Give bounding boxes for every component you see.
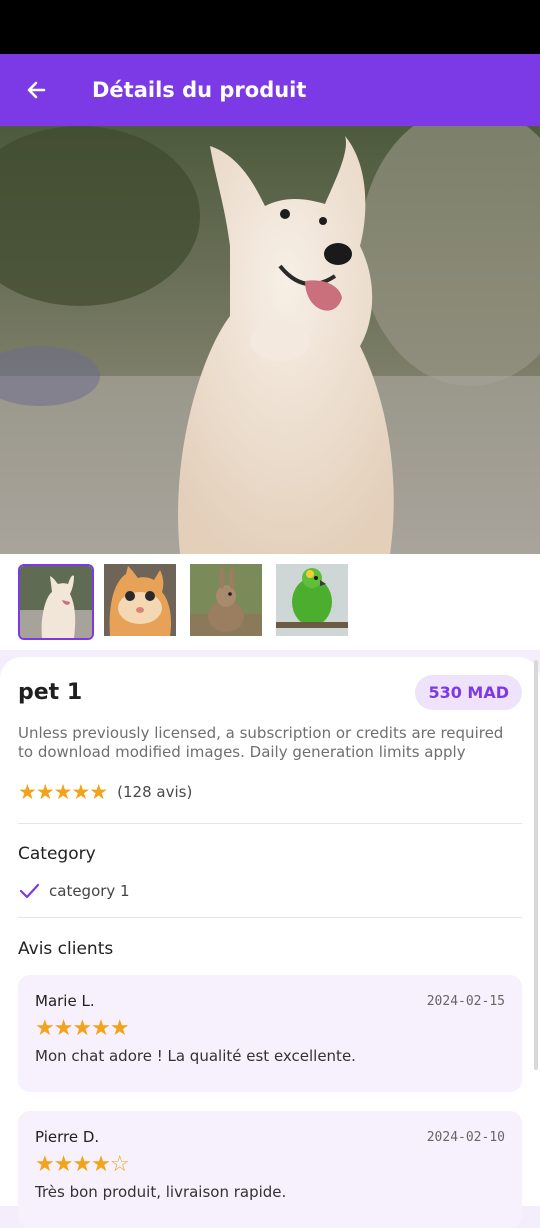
product-main-image[interactable] bbox=[0, 126, 540, 554]
price-badge: 530 MAD bbox=[415, 674, 522, 710]
thumbnail-dog[interactable] bbox=[18, 564, 94, 640]
review-card: Pierre D. 2024-02-10 ★★★★☆ Très bon prod… bbox=[18, 1111, 522, 1228]
rating-row: ★★★★★ (128 avis) bbox=[18, 772, 522, 812]
divider bbox=[18, 917, 522, 918]
category-label: category 1 bbox=[49, 882, 130, 900]
arrow-left-icon bbox=[27, 81, 46, 99]
product-name: pet 1 bbox=[18, 679, 83, 705]
review-stars: ★★★★★ bbox=[35, 1016, 130, 1041]
thumbnail-cat[interactable] bbox=[104, 564, 176, 636]
check-icon bbox=[19, 883, 40, 899]
scrollbar[interactable] bbox=[534, 660, 538, 1070]
product-details-sheet: pet 1 530 MAD Unless previously licensed… bbox=[0, 657, 540, 1228]
category-item: category 1 bbox=[18, 882, 522, 900]
rating-count: (128 avis) bbox=[117, 783, 193, 801]
back-button[interactable] bbox=[0, 54, 72, 126]
review-card: Marie L. 2024-02-15 ★★★★★ Mon chat adore… bbox=[18, 975, 522, 1092]
thumbnail-rabbit[interactable] bbox=[190, 564, 262, 636]
status-bar bbox=[0, 0, 540, 54]
review-stars: ★★★★☆ bbox=[35, 1152, 130, 1177]
review-text: Mon chat adore ! La qualité est excellen… bbox=[35, 1047, 356, 1065]
review-author: Marie L. bbox=[35, 992, 95, 1010]
thumbnail-strip bbox=[0, 554, 540, 650]
review-date: 2024-02-10 bbox=[426, 1129, 505, 1145]
reviews-title: Avis clients bbox=[18, 939, 114, 959]
page-title: Détails du produit bbox=[92, 78, 307, 102]
product-description: Unless previously licensed, a subscripti… bbox=[18, 724, 504, 761]
review-date: 2024-02-15 bbox=[426, 993, 505, 1009]
thumbnail-parrot[interactable] bbox=[276, 564, 348, 636]
rating-stars: ★★★★★ bbox=[18, 780, 108, 804]
review-text: Très bon produit, livraison rapide. bbox=[35, 1183, 287, 1201]
app-bar: Détails du produit bbox=[0, 54, 540, 126]
category-title: Category bbox=[18, 844, 96, 864]
divider bbox=[18, 823, 522, 824]
review-author: Pierre D. bbox=[35, 1128, 100, 1146]
